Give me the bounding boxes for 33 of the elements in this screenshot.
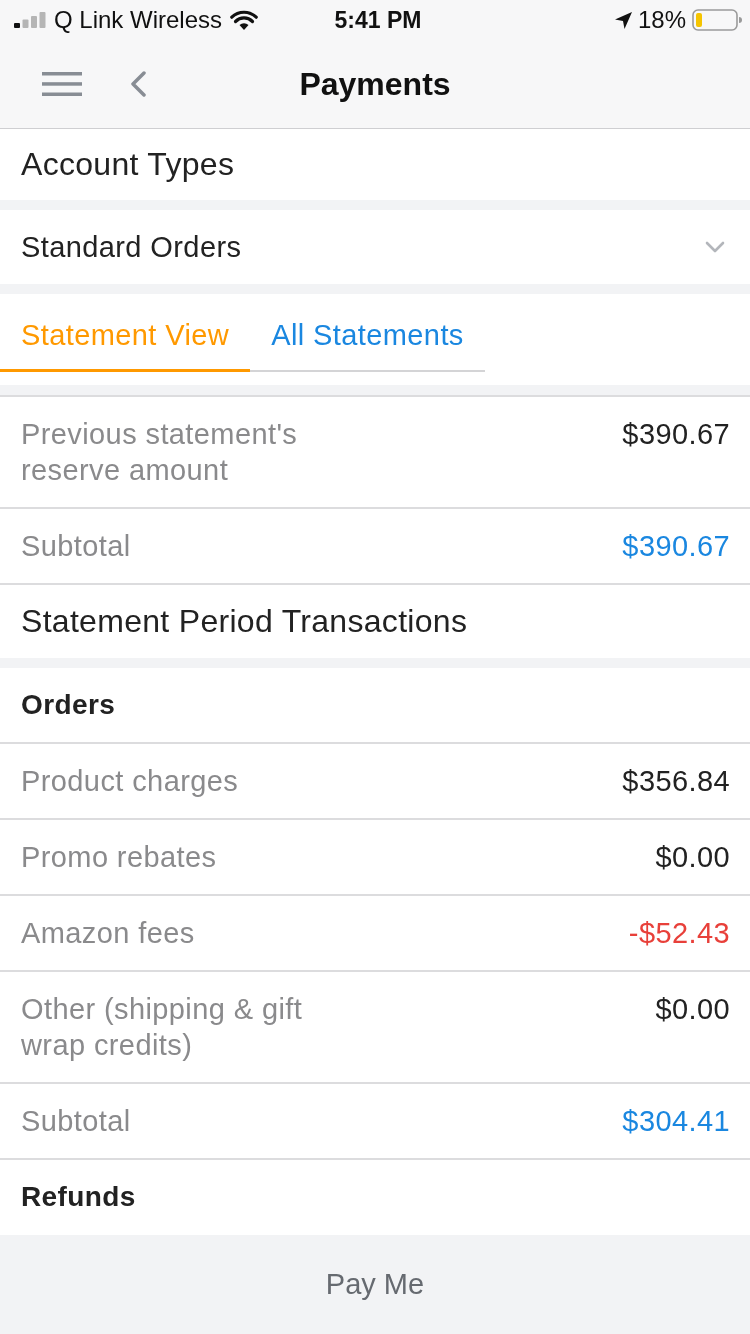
row-label: Previous statement's reserve amount bbox=[21, 417, 299, 488]
group-title: Refunds bbox=[21, 1180, 136, 1214]
amount-text: $0.00 bbox=[655, 840, 730, 875]
location-arrow-icon bbox=[614, 11, 632, 29]
section-title: Statement Period Transactions bbox=[21, 603, 468, 639]
battery-percent: 18% bbox=[637, 6, 686, 34]
chevron-down-icon bbox=[705, 241, 725, 253]
battery-icon bbox=[692, 9, 742, 31]
group-title: Orders bbox=[21, 688, 116, 722]
amount-text: $304.41 bbox=[622, 1104, 730, 1139]
amount-text: $390.67 bbox=[622, 417, 730, 452]
screen-title: Payments bbox=[299, 65, 451, 104]
section-title: Account Types bbox=[21, 146, 236, 182]
account-type-dropdown[interactable]: Standard Orders bbox=[0, 210, 750, 284]
amount-text: $356.84 bbox=[622, 764, 730, 799]
wifi-icon bbox=[230, 10, 259, 30]
row-label: Promo rebates bbox=[21, 840, 217, 875]
row-label: Amazon fees bbox=[21, 916, 195, 951]
amount-text: -$52.43 bbox=[628, 916, 730, 951]
clock-time: 5:41 PM bbox=[334, 6, 422, 34]
menu-button[interactable] bbox=[42, 72, 82, 96]
subtotal-label: Subtotal bbox=[21, 529, 131, 564]
row-label: Other (shipping & gift wrap credits) bbox=[21, 992, 304, 1063]
back-button[interactable] bbox=[130, 71, 146, 97]
subtotal-label: Subtotal bbox=[21, 1104, 131, 1139]
amount-text: $390.67 bbox=[622, 529, 730, 564]
back-chevron-icon bbox=[130, 71, 146, 97]
tab[interactable]: All Statements bbox=[250, 294, 485, 372]
row-label: Product charges bbox=[21, 764, 239, 799]
signal-icon bbox=[14, 12, 46, 28]
amount-text: $0.00 bbox=[655, 992, 730, 1027]
menu-icon bbox=[42, 72, 82, 96]
carrier-name: Q Link Wireless bbox=[54, 6, 223, 34]
